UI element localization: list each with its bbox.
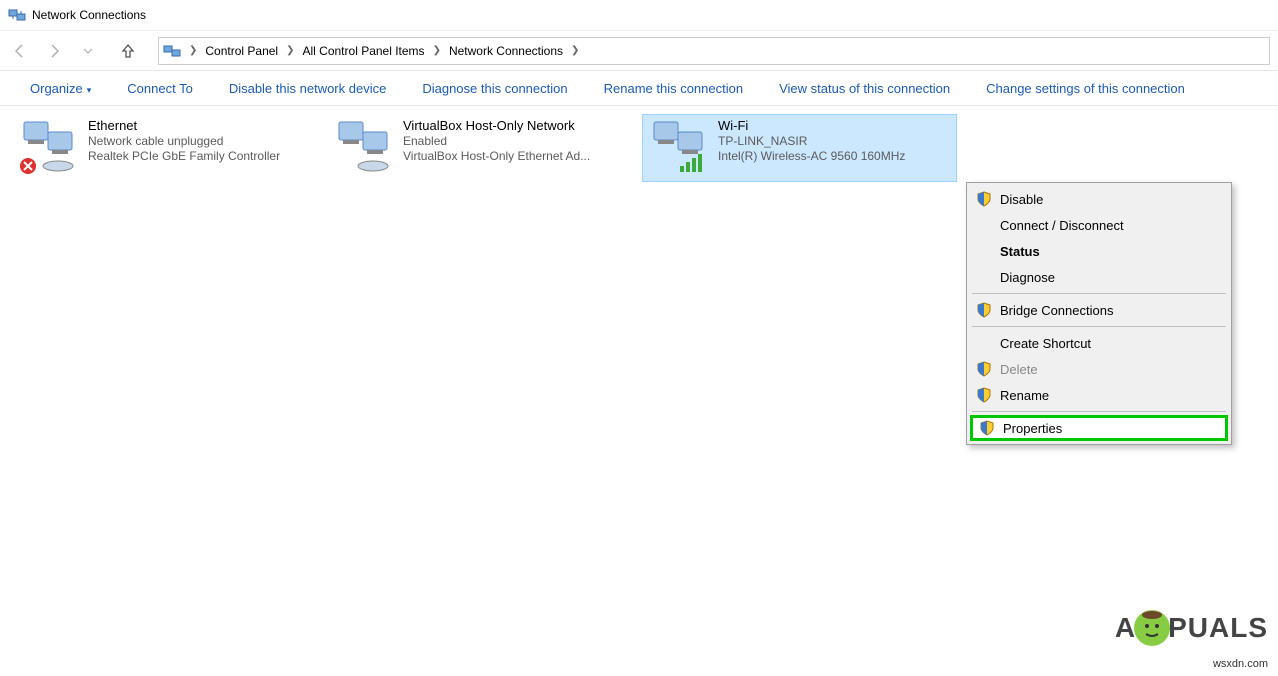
menu-label: Diagnose: [1000, 270, 1055, 285]
shield-icon: [976, 302, 992, 318]
menu-label: Disable: [1000, 192, 1043, 207]
connection-name: VirtualBox Host-Only Network: [403, 118, 590, 133]
menu-properties[interactable]: Properties: [970, 415, 1228, 441]
wifi-icon: [648, 118, 710, 176]
crumb-separator[interactable]: ❯: [284, 45, 296, 56]
address-bar[interactable]: ❯ Control Panel ❯ All Control Panel Item…: [158, 37, 1270, 65]
shield-icon: [979, 420, 995, 436]
connection-status: Network cable unplugged: [88, 134, 280, 148]
connection-name: Ethernet: [88, 118, 280, 133]
connection-text: VirtualBox Host-Only Network Enabled Vir…: [403, 118, 590, 163]
connection-virtualbox[interactable]: VirtualBox Host-Only Network Enabled Vir…: [327, 114, 642, 182]
address-icon: [163, 43, 181, 59]
watermark-text: PUALS: [1168, 612, 1268, 644]
rename-button[interactable]: Rename this connection: [586, 75, 761, 102]
disable-device-button[interactable]: Disable this network device: [211, 75, 405, 102]
change-settings-button[interactable]: Change settings of this connection: [968, 75, 1203, 102]
connection-wifi[interactable]: Wi-Fi TP-LINK_NASIR Intel(R) Wireless-AC…: [642, 114, 957, 182]
titlebar: Network Connections: [0, 0, 1278, 30]
breadcrumb-control-panel[interactable]: Control Panel: [201, 42, 282, 60]
menu-label: Create Shortcut: [1000, 336, 1091, 351]
menu-label: Connect / Disconnect: [1000, 218, 1124, 233]
menu-label: Status: [1000, 244, 1040, 259]
connection-device: Realtek PCIe GbE Family Controller: [88, 149, 280, 163]
menu-label: Properties: [1003, 421, 1062, 436]
up-button[interactable]: [116, 39, 140, 63]
connection-status: Enabled: [403, 134, 590, 148]
menu-separator: [972, 411, 1226, 412]
breadcrumb-all-items[interactable]: All Control Panel Items: [299, 42, 429, 60]
forward-button[interactable]: [42, 39, 66, 63]
connection-device: Intel(R) Wireless-AC 9560 160MHz: [718, 149, 905, 163]
recent-dropdown[interactable]: [76, 39, 100, 63]
menu-label: Delete: [1000, 362, 1038, 377]
organize-menu[interactable]: Organize: [12, 75, 109, 102]
context-menu: Disable Connect / Disconnect Status Diag…: [966, 182, 1232, 445]
connection-device: VirtualBox Host-Only Ethernet Ad...: [403, 149, 590, 163]
back-button[interactable]: [8, 39, 32, 63]
shield-icon: [976, 361, 992, 377]
view-status-button[interactable]: View status of this connection: [761, 75, 968, 102]
menu-label: Rename: [1000, 388, 1049, 403]
menu-disable[interactable]: Disable: [970, 186, 1228, 212]
connection-text: Ethernet Network cable unplugged Realtek…: [88, 118, 280, 163]
diagnose-button[interactable]: Diagnose this connection: [404, 75, 585, 102]
connection-status: TP-LINK_NASIR: [718, 134, 905, 148]
breadcrumb-network-connections[interactable]: Network Connections: [445, 42, 567, 60]
crumb-separator[interactable]: ❯: [187, 45, 199, 56]
window-title: Network Connections: [32, 8, 146, 22]
menu-label: Bridge Connections: [1000, 303, 1113, 318]
connection-name: Wi-Fi: [718, 118, 905, 133]
menu-create-shortcut[interactable]: Create Shortcut: [970, 330, 1228, 356]
watermark-letter: A: [1115, 612, 1136, 644]
shield-icon: [976, 387, 992, 403]
ethernet-icon: [18, 118, 80, 176]
crumb-separator[interactable]: ❯: [569, 45, 581, 56]
crumb-separator[interactable]: ❯: [431, 45, 443, 56]
connection-text: Wi-Fi TP-LINK_NASIR Intel(R) Wireless-AC…: [718, 118, 905, 163]
network-connections-icon: [8, 7, 26, 23]
watermark-logo: A PUALS: [1115, 610, 1268, 646]
menu-separator: [972, 326, 1226, 327]
source-text: wsxdn.com: [1213, 658, 1268, 670]
menu-separator: [972, 293, 1226, 294]
menu-delete: Delete: [970, 356, 1228, 382]
menu-diagnose[interactable]: Diagnose: [970, 264, 1228, 290]
menu-bridge[interactable]: Bridge Connections: [970, 297, 1228, 323]
shield-icon: [976, 191, 992, 207]
virtualbox-icon: [333, 118, 395, 176]
watermark-face-icon: [1134, 610, 1170, 646]
connection-ethernet[interactable]: Ethernet Network cable unplugged Realtek…: [12, 114, 327, 182]
menu-rename[interactable]: Rename: [970, 382, 1228, 408]
menu-connect-disconnect[interactable]: Connect / Disconnect: [970, 212, 1228, 238]
navbar: ❯ Control Panel ❯ All Control Panel Item…: [0, 30, 1278, 70]
content-area: Ethernet Network cable unplugged Realtek…: [0, 106, 1278, 190]
menu-status[interactable]: Status: [970, 238, 1228, 264]
connect-to-button[interactable]: Connect To: [109, 75, 211, 102]
toolbar: Organize Connect To Disable this network…: [0, 70, 1278, 106]
